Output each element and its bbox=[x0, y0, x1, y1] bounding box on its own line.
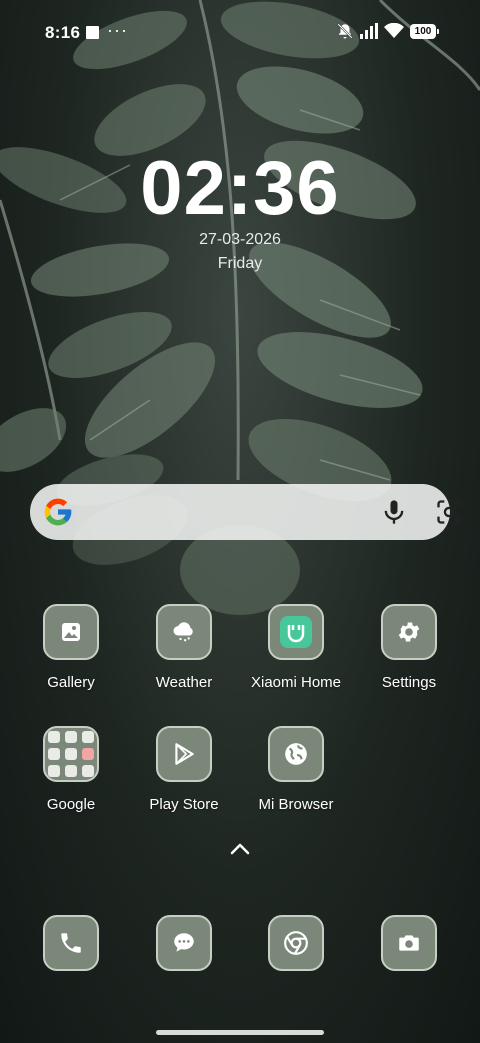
dock-phone[interactable] bbox=[16, 915, 126, 971]
app-label: Xiaomi Home bbox=[250, 674, 342, 691]
clock-widget-day: Friday bbox=[217, 255, 263, 272]
app-label: Gallery bbox=[47, 674, 95, 691]
app-label: Settings bbox=[381, 674, 437, 691]
app-xiaomi-home[interactable]: Xiaomi Home bbox=[241, 604, 351, 691]
notification-square-icon bbox=[86, 26, 99, 39]
app-drawer-chevron-up-icon[interactable] bbox=[229, 842, 251, 856]
more-notifications-icon: ··· bbox=[107, 20, 128, 40]
camera-icon bbox=[381, 915, 437, 971]
app-mi-browser[interactable]: Mi Browser bbox=[241, 726, 351, 813]
google-search-bar[interactable] bbox=[30, 484, 461, 540]
folder-icon bbox=[43, 726, 99, 782]
battery-icon: 100 bbox=[410, 23, 439, 39]
google-logo-icon bbox=[44, 498, 72, 526]
folder-google[interactable]: Google bbox=[16, 726, 126, 813]
lens-icon[interactable] bbox=[435, 498, 463, 526]
dock-camera[interactable] bbox=[354, 915, 464, 971]
gesture-home-indicator[interactable] bbox=[156, 1030, 324, 1035]
app-weather[interactable]: Weather bbox=[129, 604, 239, 691]
clock-widget-date: 27-03-2026 bbox=[199, 231, 281, 248]
weather-icon bbox=[156, 604, 212, 660]
app-label: Mi Browser bbox=[258, 796, 334, 813]
signal-icon bbox=[360, 23, 378, 39]
mic-icon[interactable] bbox=[380, 498, 408, 526]
phone-icon bbox=[43, 915, 99, 971]
dock-messages[interactable] bbox=[129, 915, 239, 971]
dock-chrome[interactable] bbox=[241, 915, 351, 971]
messages-icon bbox=[156, 915, 212, 971]
app-label: Google bbox=[46, 796, 96, 813]
status-icons: 100 bbox=[336, 22, 439, 40]
globe-icon bbox=[268, 726, 324, 782]
app-play-store[interactable]: Play Store bbox=[129, 726, 239, 813]
gear-icon bbox=[381, 604, 437, 660]
gallery-icon bbox=[43, 604, 99, 660]
silent-bell-icon bbox=[337, 23, 353, 39]
status-bar: 8:16 ··· 100 bbox=[0, 0, 480, 64]
xiaomi-home-icon bbox=[268, 604, 324, 660]
app-label: Weather bbox=[155, 674, 213, 691]
app-gallery[interactable]: Gallery bbox=[16, 604, 126, 691]
play-store-icon bbox=[156, 726, 212, 782]
status-time: 8:16 bbox=[45, 23, 81, 42]
app-settings[interactable]: Settings bbox=[354, 604, 464, 691]
app-label: Play Store bbox=[149, 796, 219, 813]
wifi-icon bbox=[384, 23, 404, 38]
chrome-icon bbox=[268, 915, 324, 971]
clock-widget-time[interactable]: 02:36 bbox=[0, 145, 480, 232]
